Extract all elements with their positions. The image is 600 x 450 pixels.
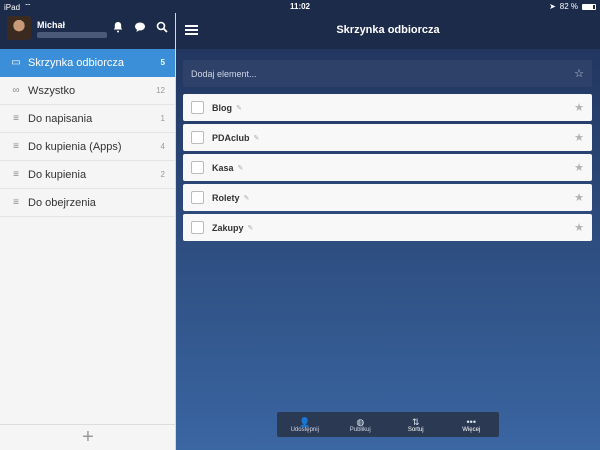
add-item-placeholder: Dodaj element... xyxy=(191,68,257,79)
sidebar-item-label: Skrzynka odbiorcza xyxy=(28,56,124,69)
pin-icon: ✎ xyxy=(236,104,242,112)
sidebar-item-to-buy-apps[interactable]: ≡ Do kupienia (Apps) 4 xyxy=(0,133,175,161)
location-icon: ➤ xyxy=(549,2,556,11)
sidebar-item-all[interactable]: ∞ Wszystko 12 xyxy=(0,77,175,105)
star-icon[interactable]: ★ xyxy=(574,221,584,234)
list-icon: ≡ xyxy=(13,197,19,208)
sort-label: Sortuj xyxy=(407,426,424,433)
task-checkbox[interactable] xyxy=(191,161,204,174)
sidebar-item-count: 12 xyxy=(156,86,165,95)
sidebar-item-to-buy[interactable]: ≡ Do kupienia 2 xyxy=(0,161,175,189)
sidebar-item-inbox[interactable]: ▭ Skrzynka odbiorcza 5 xyxy=(0,49,175,77)
task-row[interactable]: Zakupy ✎ ★ xyxy=(183,214,592,241)
add-list-button[interactable]: + xyxy=(0,424,176,450)
bottom-toolbar: 👤 Udostępnij ◍ Publikuj ⇅ Sortuj ••• Wię… xyxy=(277,412,499,437)
battery-percent: 82 % xyxy=(559,2,578,11)
list-icon: ≡ xyxy=(13,141,19,152)
sidebar-item-label: Do napisania xyxy=(28,112,93,125)
pin-icon: ✎ xyxy=(247,224,254,232)
star-icon[interactable]: ★ xyxy=(574,101,584,114)
globe-icon: ◍ xyxy=(356,416,365,427)
task-name: PDAclub xyxy=(212,132,250,143)
sidebar-item-count: 1 xyxy=(160,114,165,123)
star-icon[interactable]: ☆ xyxy=(574,67,584,80)
publish-label: Publikuj xyxy=(349,426,371,433)
sort-button[interactable]: ⇅ Sortuj xyxy=(388,412,444,437)
star-icon[interactable]: ★ xyxy=(574,161,584,174)
infinity-icon: ∞ xyxy=(12,85,20,96)
task-row[interactable]: Rolety ✎ ★ xyxy=(183,184,592,211)
task-name: Rolety xyxy=(212,192,240,203)
sidebar-item-to-write[interactable]: ≡ Do napisania 1 xyxy=(0,105,175,133)
list-icon: ≡ xyxy=(13,169,19,180)
share-label: Udostępnij xyxy=(290,426,319,433)
task-name: Zakupy xyxy=(212,222,244,233)
main-panel: Skrzynka odbiorcza Dodaj element... ☆ Bl… xyxy=(176,13,600,450)
inbox-icon: ▭ xyxy=(11,57,21,68)
user-name[interactable]: Michał xyxy=(37,20,65,30)
search-icon[interactable] xyxy=(155,21,169,35)
user-email-redacted xyxy=(37,32,107,38)
pin-icon: ✎ xyxy=(237,164,244,172)
task-checkbox[interactable] xyxy=(191,101,204,114)
pin-icon: ✎ xyxy=(243,194,250,202)
sidebar-item-label: Do kupienia xyxy=(28,168,87,181)
task-name: Kasa xyxy=(212,162,234,173)
publish-button[interactable]: ◍ Publikuj xyxy=(333,412,389,437)
add-person-icon: 👤 xyxy=(299,416,311,427)
more-dots-icon: ••• xyxy=(466,416,476,427)
sidebar-item-count: 5 xyxy=(160,58,165,67)
sidebar-item-count: 4 xyxy=(160,142,165,151)
task-row[interactable]: Kasa ✎ ★ xyxy=(183,154,592,181)
task-name: Blog xyxy=(212,102,232,113)
task-checkbox[interactable] xyxy=(191,221,204,234)
add-item-input[interactable]: Dodaj element... ☆ xyxy=(183,60,592,87)
star-icon[interactable]: ★ xyxy=(574,131,584,144)
list-nav: ▭ Skrzynka odbiorcza 5 ∞ Wszystko 12 ≡ D… xyxy=(0,49,175,217)
battery-icon xyxy=(582,3,596,10)
bell-icon[interactable] xyxy=(111,21,125,35)
page-title: Skrzynka odbiorcza xyxy=(336,24,440,36)
pin-icon: ✎ xyxy=(253,134,260,142)
sidebar-item-label: Do kupienia (Apps) xyxy=(28,140,122,153)
task-checkbox[interactable] xyxy=(191,191,204,204)
sidebar-item-label: Wszystko xyxy=(28,84,76,97)
clock: 11:02 xyxy=(289,2,311,11)
sidebar-header: Michał xyxy=(0,13,175,49)
avatar[interactable] xyxy=(7,16,31,40)
sidebar-item-to-watch[interactable]: ≡ Do obejrzenia xyxy=(0,189,175,217)
more-button[interactable]: ••• Więcej xyxy=(444,412,500,437)
task-checkbox[interactable] xyxy=(191,131,204,144)
top-bar: Skrzynka odbiorcza xyxy=(176,13,600,49)
task-list: Blog ✎ ★ PDAclub ✎ ★ Kasa ✎ ★ Rolety ✎ ★ xyxy=(183,94,592,244)
sidebar: Michał ▭ Skrzynka odbiorcza 5 ∞ Wszystko… xyxy=(0,13,176,450)
task-row[interactable]: Blog ✎ ★ xyxy=(183,94,592,121)
sort-icon: ⇅ xyxy=(411,416,420,427)
plus-icon: + xyxy=(82,426,94,448)
more-label: Więcej xyxy=(462,426,481,433)
task-row[interactable]: PDAclub ✎ ★ xyxy=(183,124,592,151)
comment-icon[interactable] xyxy=(133,21,147,35)
star-icon[interactable]: ★ xyxy=(574,191,584,204)
list-icon: ≡ xyxy=(13,113,19,124)
status-bar: iPad ⌔ 11:02 ➤ 82 % xyxy=(0,0,600,13)
sidebar-item-count: 2 xyxy=(160,170,165,179)
share-button[interactable]: 👤 Udostępnij xyxy=(277,412,333,437)
sidebar-item-label: Do obejrzenia xyxy=(28,196,96,209)
